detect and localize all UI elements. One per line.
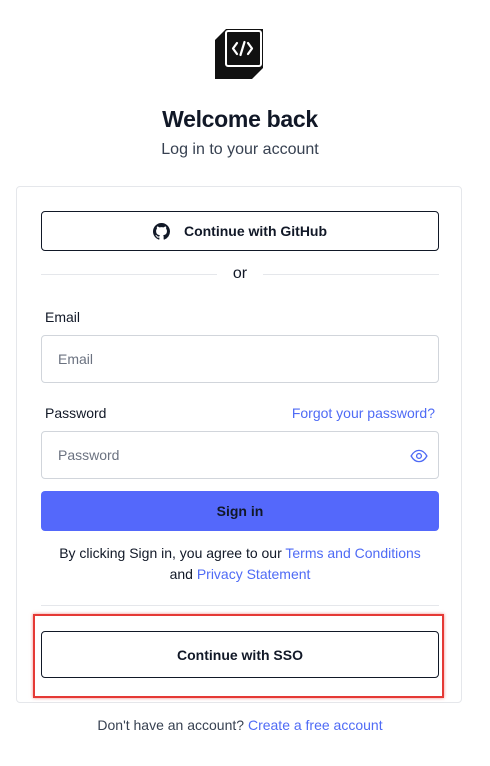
signup-prompt-text: Don't have an account?: [97, 717, 248, 733]
eye-icon[interactable]: [410, 448, 428, 464]
privacy-link[interactable]: Privacy Statement: [197, 566, 311, 582]
email-field[interactable]: [41, 335, 439, 383]
section-separator: [41, 605, 439, 606]
legal-prefix: By clicking Sign in, you agree to our: [59, 545, 286, 561]
divider-or-text: or: [232, 265, 248, 282]
terms-link[interactable]: Terms and Conditions: [285, 545, 420, 561]
legal-middle: and: [169, 566, 197, 582]
email-label: Email: [45, 309, 81, 325]
page-subtitle: Log in to your account: [161, 141, 319, 158]
divider-line-left: [41, 274, 217, 275]
legal-notice: By clicking Sign in, you agree to our Te…: [41, 543, 439, 585]
sso-login-label: Continue with SSO: [177, 646, 303, 663]
github-icon: [152, 222, 170, 240]
sign-in-label: Sign in: [216, 503, 264, 519]
password-field[interactable]: [41, 431, 439, 479]
github-login-label: Continue with GitHub: [183, 223, 328, 239]
create-account-link[interactable]: Create a free account: [248, 717, 383, 733]
code-brackets-logo-icon: [215, 29, 265, 79]
page-title: Welcome back: [162, 106, 318, 132]
sign-in-button[interactable]: Sign in: [41, 491, 439, 531]
divider-line-right: [263, 274, 439, 275]
sso-login-button[interactable]: Continue with SSO: [41, 631, 439, 678]
forgot-password-link[interactable]: Forgot your password?: [292, 405, 435, 421]
github-login-button[interactable]: Continue with GitHub: [41, 211, 439, 251]
password-label: Password: [45, 405, 107, 421]
signup-prompt: Don't have an account? Create a free acc…: [0, 717, 480, 733]
